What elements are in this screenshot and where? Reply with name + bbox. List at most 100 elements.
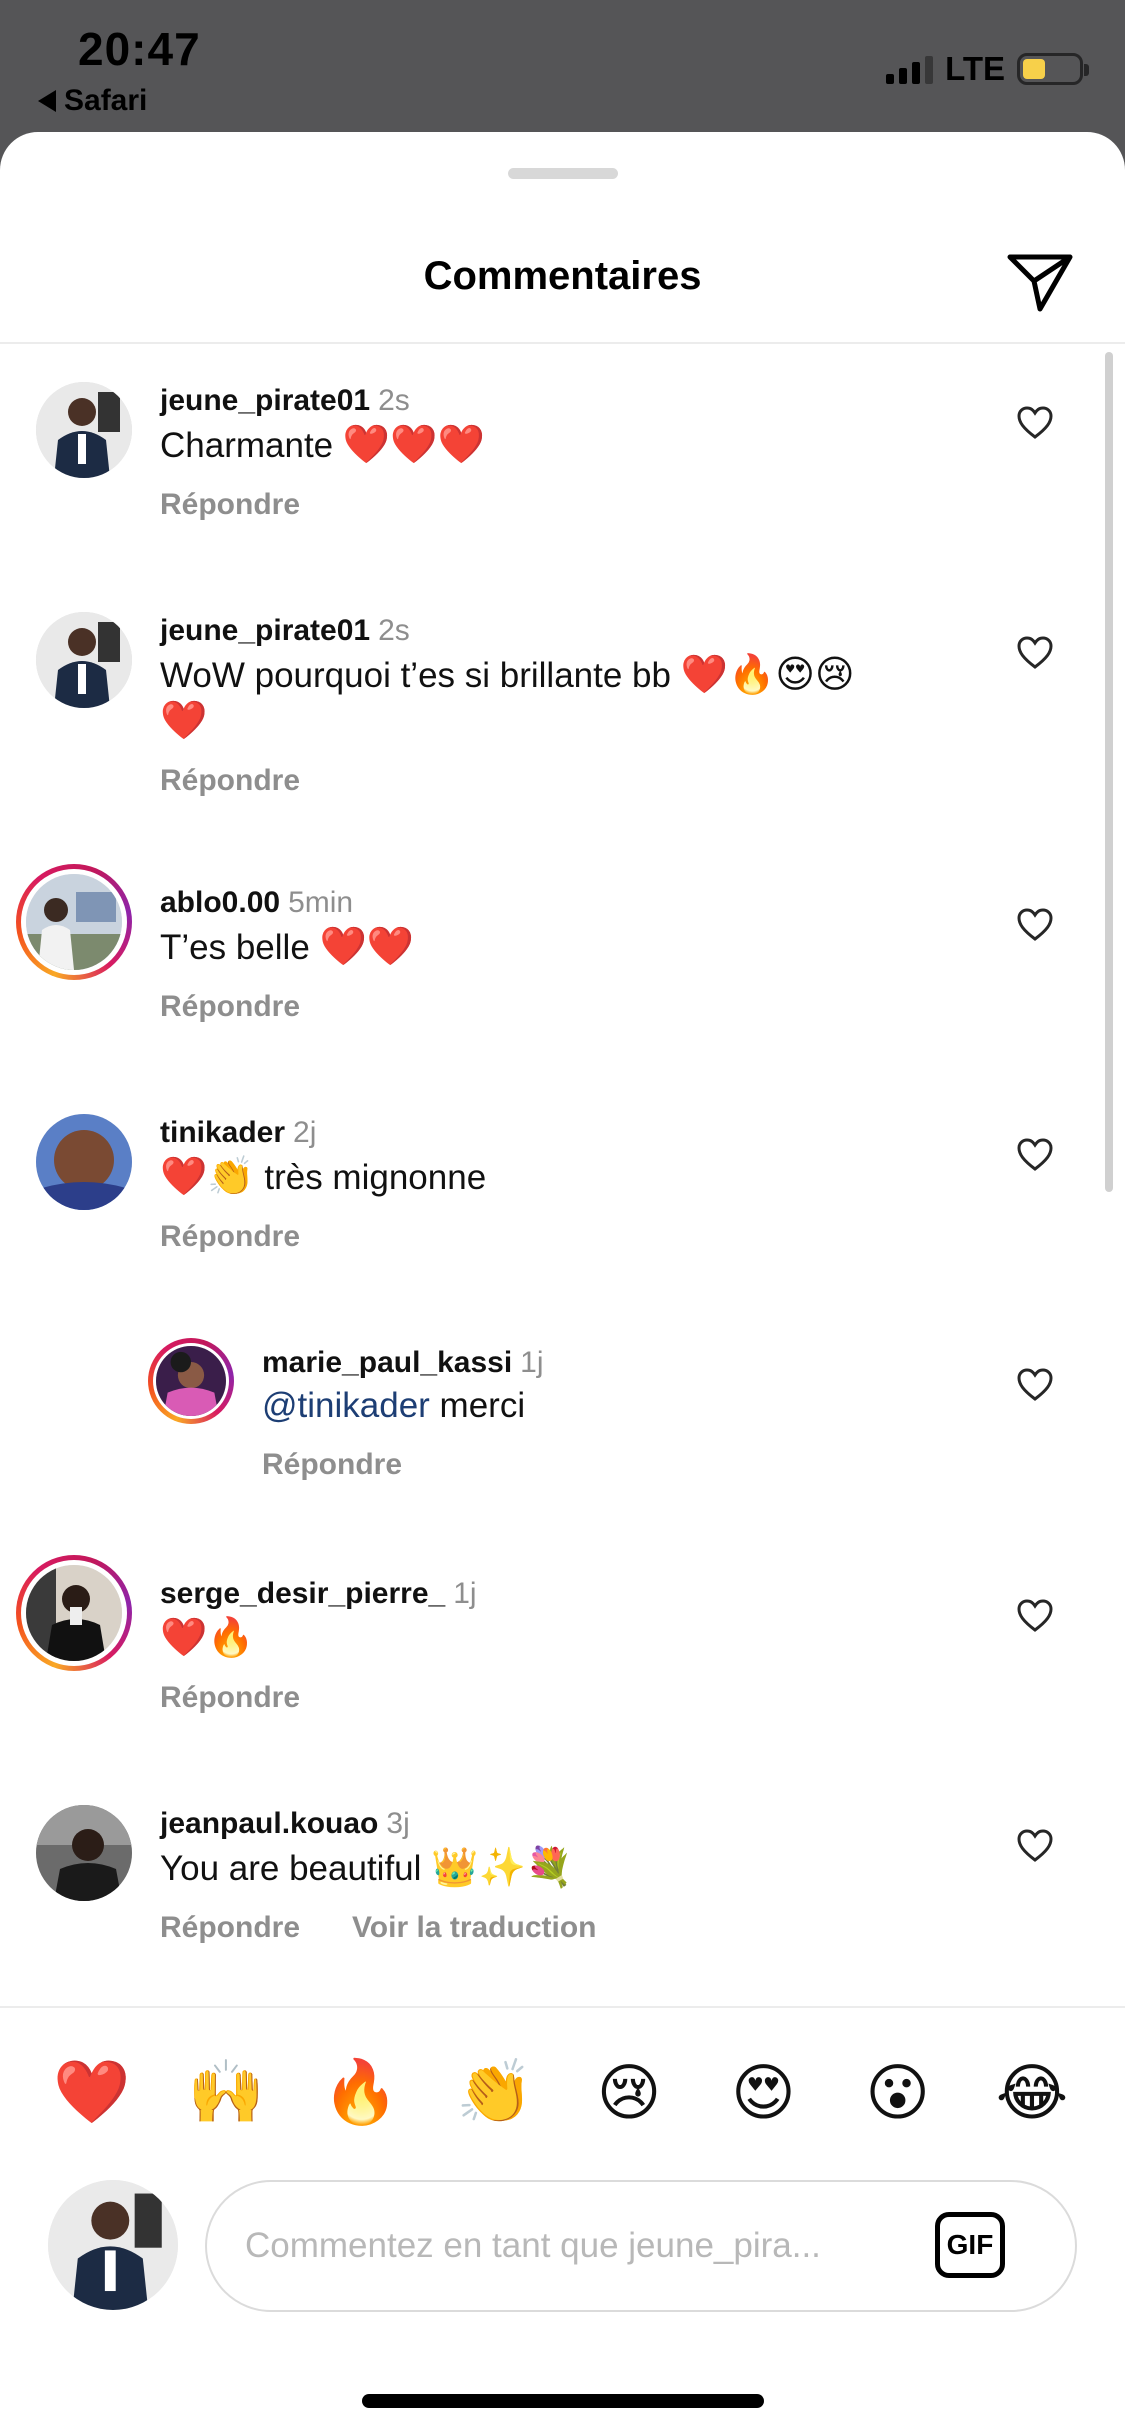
avatar[interactable] [36, 612, 132, 708]
comment-username[interactable]: jeune_pirate01 [160, 614, 370, 647]
comment-text: @tinikader merci [262, 1384, 544, 1428]
heart-outline-icon [1017, 1599, 1053, 1632]
reply-button[interactable]: Répondre [160, 1681, 300, 1715]
comment-time: 1j [453, 1577, 477, 1610]
like-button[interactable] [1010, 1591, 1060, 1641]
header-divider [0, 342, 1125, 344]
comment-emoji: ❤️👏 [160, 1154, 255, 1198]
back-app-label: Safari [64, 84, 148, 117]
comment-time: 2s [378, 614, 410, 647]
share-button[interactable] [1000, 242, 1080, 322]
battery-icon [1017, 53, 1089, 85]
comment-text: ❤️🔥 [160, 1615, 477, 1661]
paper-plane-icon [1007, 254, 1073, 312]
comments-sheet: Commentaires jeune_pirate01 2s Charmante … [0, 132, 1125, 2436]
network-type: LTE [945, 50, 1005, 87]
like-button[interactable] [1010, 1130, 1060, 1180]
comment-username[interactable]: ablo0.00 [160, 886, 280, 919]
emoji-fire-button[interactable]: 🔥 [321, 2052, 401, 2132]
comment-body: marie_paul_kassi 1j @tinikader merci Répo… [262, 1344, 544, 1482]
current-user-avatar [48, 2180, 178, 2310]
status-time: 20:47 [78, 23, 201, 75]
heart-outline-icon [1017, 406, 1053, 439]
like-button[interactable] [1010, 1360, 1060, 1410]
like-button[interactable] [1010, 900, 1060, 950]
reply-button[interactable]: Répondre [262, 1448, 402, 1482]
home-indicator [362, 2394, 764, 2408]
like-button[interactable] [1010, 1821, 1060, 1871]
comment-input[interactable]: Commentez en tant que jeune_pira... GIF [205, 2180, 1077, 2312]
comment-time: 2s [378, 384, 410, 417]
sheet-grabber[interactable] [508, 168, 618, 179]
emoji-surprised-button[interactable]: 😮 [858, 2052, 938, 2132]
emoji-quick-bar: ❤️ 🙌 🔥 👏 😢 😍 😮 😂 [52, 2052, 1072, 2132]
comment-text: ❤️👏 très mignonne [160, 1154, 486, 1200]
reply-button[interactable]: Répondre [160, 990, 300, 1024]
avatar[interactable] [36, 1114, 132, 1210]
comment-text: WoW pourquoi t’es si brillante bb ❤️🔥😍😢 ❤… [160, 652, 960, 744]
mention-link[interactable]: @tinikader [262, 1386, 430, 1425]
story-ring[interactable] [16, 864, 132, 980]
gif-button[interactable]: GIF [935, 2212, 1005, 2278]
story-ring[interactable] [148, 1338, 234, 1424]
emoji-heart-eyes-button[interactable]: 😍 [723, 2052, 803, 2132]
comment-username[interactable]: serge_desir_pierre_ [160, 1577, 445, 1610]
status-bar: 20:47 Safari LTE [0, 0, 1125, 140]
comment-time: 3j [386, 1807, 410, 1840]
comment-body: serge_desir_pierre_ 1j ❤️🔥 Répondre [160, 1575, 477, 1715]
heart-outline-icon [1017, 1368, 1053, 1401]
heart-outline-icon [1017, 1829, 1053, 1862]
emoji-laughing-button[interactable]: 😂 [992, 2052, 1072, 2132]
comment-text: You are beautiful 👑✨💐 [160, 1845, 596, 1891]
comment-text-body: merci [429, 1386, 526, 1425]
comment-time: 2j [293, 1116, 317, 1149]
comment-body: jeune_pirate01 2s Charmante ❤️❤️❤️ Répond… [160, 382, 485, 522]
story-ring[interactable] [16, 1555, 132, 1671]
comment-input-placeholder: Commentez en tant que jeune_pira... [245, 2226, 821, 2265]
avatar[interactable] [36, 1805, 132, 1901]
like-button[interactable] [1010, 628, 1060, 678]
reply-button[interactable]: Répondre [160, 1911, 300, 1945]
emoji-bar-divider [0, 2006, 1125, 2008]
comment-text-body: Charmante [160, 426, 343, 465]
comment-emoji: ❤️❤️❤️ [342, 422, 485, 466]
comment-body: jeanpaul.kouao 3j You are beautiful 👑✨💐 R… [160, 1805, 596, 1945]
avatar [26, 874, 122, 970]
emoji-crying-button[interactable]: 😢 [589, 2052, 669, 2132]
comment-text: Charmante ❤️❤️❤️ [160, 422, 485, 468]
reply-button[interactable]: Répondre [160, 1220, 300, 1254]
comment-text: T’es belle ❤️❤️ [160, 924, 414, 970]
back-to-safari-link[interactable]: Safari [38, 84, 147, 118]
scrollbar[interactable] [1105, 352, 1113, 1192]
reply-button[interactable]: Répondre [160, 488, 300, 522]
comment-emoji: ❤️❤️ [319, 924, 415, 968]
see-translation-button[interactable]: Voir la traduction [352, 1911, 596, 1945]
emoji-clap-button[interactable]: 👏 [455, 2052, 535, 2132]
comment-text-body: T’es belle [160, 928, 320, 967]
emoji-raised-hands-button[interactable]: 🙌 [186, 2052, 266, 2132]
comment-emoji: ❤️🔥 [160, 1615, 255, 1659]
comment-time: 1j [520, 1346, 544, 1379]
reply-button[interactable]: Répondre [160, 764, 300, 798]
back-arrow-icon [38, 90, 56, 112]
comment-text-body: très mignonne [254, 1158, 487, 1197]
status-indicators: LTE [886, 50, 1089, 88]
comment-username[interactable]: jeanpaul.kouao [160, 1807, 378, 1840]
heart-outline-icon [1017, 636, 1053, 669]
comment-text-body: WoW pourquoi t’es si brillante bb [160, 656, 681, 695]
avatar[interactable] [36, 382, 132, 478]
comment-time: 5min [288, 886, 354, 919]
heart-outline-icon [1017, 1138, 1053, 1171]
emoji-heart-button[interactable]: ❤️ [52, 2052, 132, 2132]
comment-emoji: 👑✨💐 [431, 1845, 574, 1889]
comment-body: ablo0.00 5min T’es belle ❤️❤️ Répondre [160, 884, 414, 1024]
like-button[interactable] [1010, 398, 1060, 448]
heart-outline-icon [1017, 908, 1053, 941]
comment-username[interactable]: tinikader [160, 1116, 285, 1149]
comment-username[interactable]: jeune_pirate01 [160, 384, 370, 417]
comment-emoji-line2: ❤️ [160, 698, 208, 742]
comment-emoji: ❤️🔥😍😢 [680, 652, 855, 696]
avatar [156, 1346, 226, 1416]
signal-strength-icon [886, 54, 934, 84]
comment-username[interactable]: marie_paul_kassi [262, 1346, 512, 1379]
